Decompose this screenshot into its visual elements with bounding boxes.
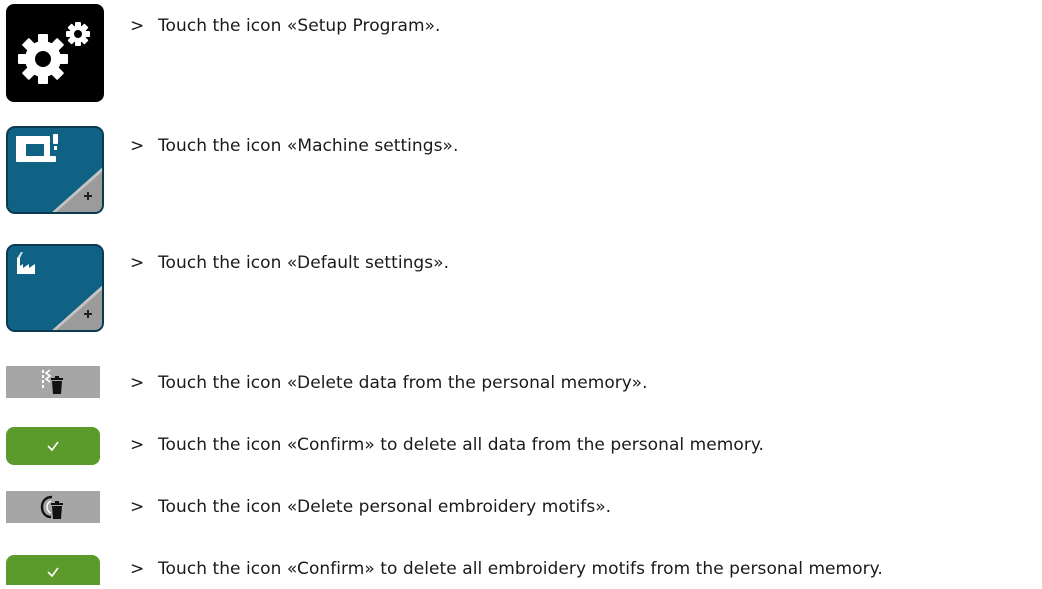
setup-program-icon <box>18 22 90 84</box>
step-marker: > <box>130 373 145 393</box>
default-settings-icon <box>17 252 102 330</box>
step-marker: > <box>130 16 145 36</box>
setup-program-button[interactable] <box>6 4 104 102</box>
step-2-instruction: > Touch the icon «Machine settings». <box>130 136 459 156</box>
step-5-instruction: > Touch the icon «Confirm» to delete all … <box>130 435 764 455</box>
machine-settings-icon <box>16 134 102 212</box>
delete-embroidery-motifs-icon <box>40 495 63 519</box>
step-3-instruction: > Touch the icon «Default settings». <box>130 253 450 273</box>
confirm-button[interactable] <box>6 555 100 585</box>
delete-personal-memory-button[interactable] <box>6 366 100 398</box>
step-6-instruction: > Touch the icon «Delete personal embroid… <box>130 497 612 517</box>
step-7-instruction: > Touch the icon «Confirm» to delete all … <box>130 559 883 579</box>
confirm-checkmark-icon <box>47 441 59 452</box>
confirm-checkmark-icon <box>47 567 59 578</box>
step-marker: > <box>130 497 145 517</box>
step-marker: > <box>130 435 145 455</box>
step-4-instruction: > Touch the icon «Delete data from the pe… <box>130 373 648 393</box>
step-1-instruction: > Touch the icon «Setup Program». <box>130 16 441 36</box>
machine-settings-button[interactable] <box>6 126 104 214</box>
default-settings-button[interactable] <box>6 244 104 332</box>
delete-embroidery-motifs-button[interactable] <box>6 491 100 523</box>
step-marker: > <box>130 136 145 156</box>
delete-personal-memory-icon <box>42 369 63 394</box>
step-marker: > <box>130 253 145 273</box>
confirm-button[interactable] <box>6 427 100 465</box>
step-marker: > <box>130 559 145 579</box>
